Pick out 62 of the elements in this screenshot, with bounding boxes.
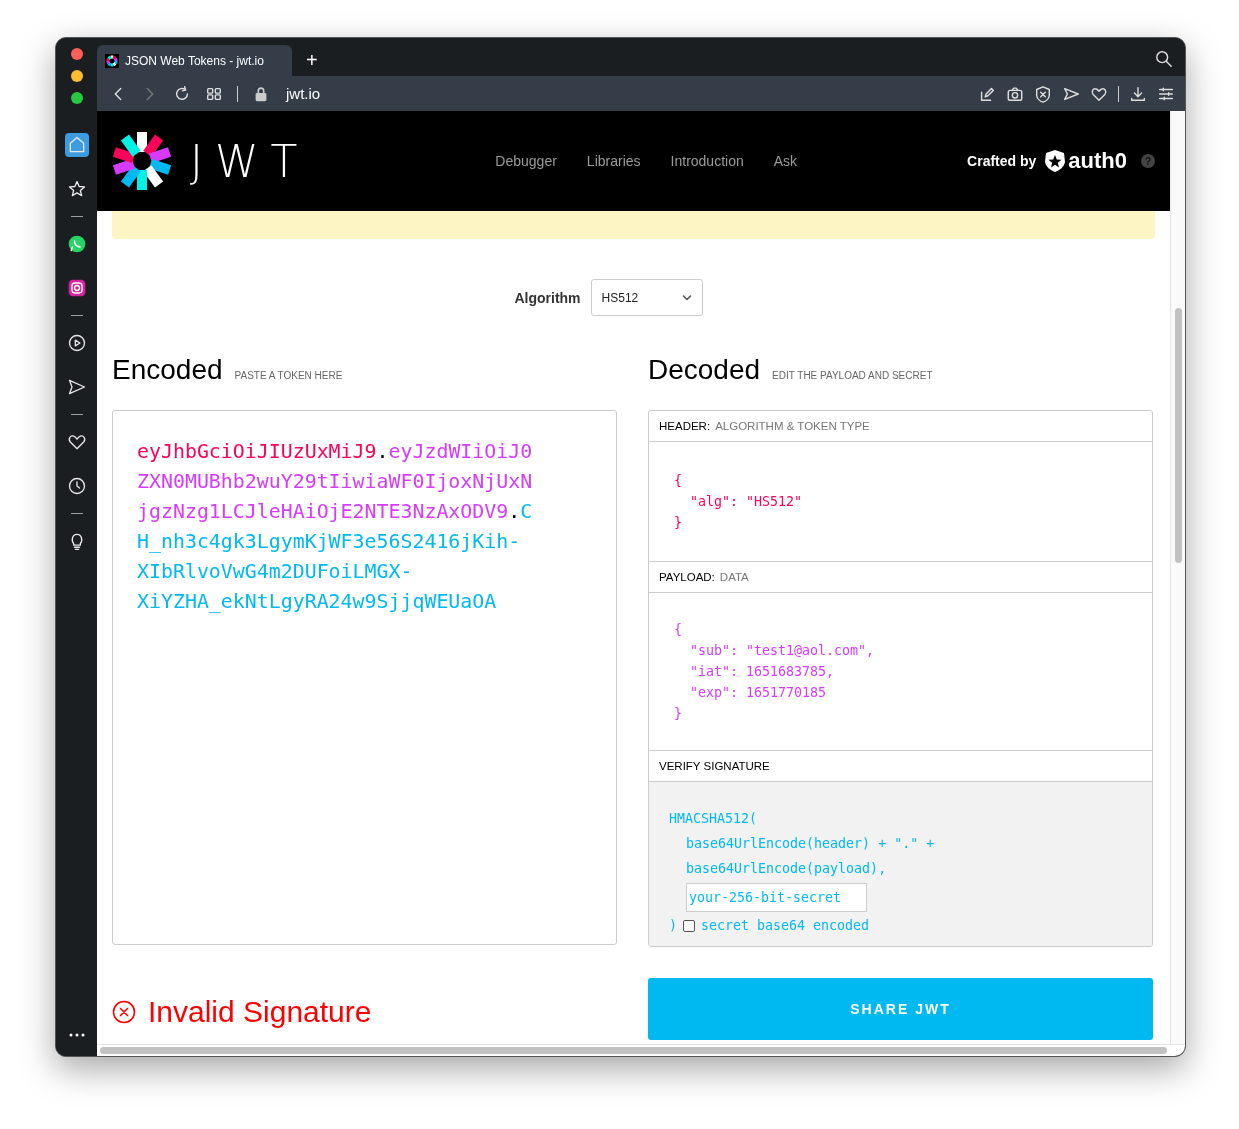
- algorithm-label: Algorithm: [514, 289, 581, 306]
- code-line: base64UrlEncode(payload),: [685, 860, 887, 878]
- section-label: HEADER:: [659, 420, 711, 432]
- heart-icon[interactable]: [66, 432, 87, 452]
- code-line: "sub": "test1@aol.com",: [689, 642, 875, 660]
- algorithm-select[interactable]: HS512: [590, 279, 703, 316]
- logo-icon: [112, 131, 172, 191]
- favicon-icon: [105, 53, 119, 68]
- code-line: base64UrlEncode(header) + "." +: [685, 835, 935, 853]
- download-icon[interactable]: [1129, 84, 1147, 103]
- new-tab-button[interactable]: +: [302, 49, 322, 72]
- token-field[interactable]: eyJhbGciOiJIUzUxMiJ9.eyJzdWIiOiJ0ZXN0MUBhb2wuY29tIiwiaWF0IjoxNjUxNjgzNzg1LCJleHAiOjE2NTE3NzAxODV9.CH_nh3c4gk3LgymKjWF3e56S2416jKih-XIbRlvoVwG4m2DUFoiLMGX-XiYZHA_ekNtLgyRA24w9SjjqWEUaOA: [112, 410, 617, 945]
- json-editor[interactable]: { "sub": "test1@aol.com", "iat": 1651683785, "exp": 1651770185 }: [649, 593, 1152, 751]
- checkbox[interactable]: [683, 919, 695, 932]
- section-sublabel: ALGORITHM & TOKEN TYPE: [715, 420, 870, 432]
- code-line: "exp": 1651770185: [689, 684, 827, 702]
- code-line: {: [674, 621, 682, 639]
- code-line: }: [674, 705, 682, 723]
- section-label: PAYLOAD:: [659, 571, 715, 583]
- logo-text[interactable]: JWT: [190, 135, 310, 187]
- camera-icon[interactable]: [66, 278, 87, 298]
- code-line: {: [674, 472, 682, 490]
- json-editor[interactable]: { "alg": "HS512" }: [649, 442, 1152, 562]
- encoded-token: eyJhbGciOiJIUzUxMiJ9.eyJzdWIiOiJ0ZXN0MUBhb2wuY29tIiwiaWF0IjoxNjUxNjgzNzg1LCJleHAiOjE2NTE3NzAxODV9.CH_nh3c4gk3LgymKjWF3e56S2416jKih-XIbRlvoVwG4m2DUFoiLMGX-XiYZHA_ekNtLgyRA24w9SjjqWEUaOA: [137, 439, 534, 615]
- code-line: }: [674, 514, 682, 532]
- code-line: "iat": 1651683785,: [689, 663, 835, 681]
- nav-link[interactable]: Libraries: [586, 153, 641, 169]
- camera-icon[interactable]: [1006, 84, 1024, 103]
- section-hint: PASTE A TOKEN HERE: [234, 370, 343, 381]
- shield-icon[interactable]: [1034, 84, 1052, 103]
- checkbox-label: secret base64 encoded: [701, 917, 870, 935]
- address-field[interactable]: jwt.io: [286, 85, 321, 102]
- clock-icon[interactable]: [66, 476, 87, 496]
- close-button[interactable]: [70, 48, 83, 60]
- section-title: Decoded: [648, 354, 761, 386]
- signature-status: Invalid Signature: [148, 995, 372, 1029]
- settings-icon[interactable]: [1157, 84, 1175, 103]
- send-icon[interactable]: [66, 377, 87, 397]
- section-title: Encoded: [112, 354, 223, 386]
- nav-link[interactable]: Debugger: [495, 153, 557, 169]
- brand-logo[interactable]: auth0: [1068, 148, 1127, 174]
- nav-link[interactable]: Introduction: [670, 153, 744, 169]
- section-sublabel: DATA: [719, 571, 749, 583]
- zoom-button[interactable]: [70, 92, 83, 104]
- shield-star-icon: [1044, 149, 1067, 173]
- section-label: VERIFY SIGNATURE: [659, 760, 770, 772]
- code-line: "alg": "HS512": [689, 493, 803, 511]
- chat-icon[interactable]: [66, 234, 87, 254]
- browser-tab[interactable]: JSON Web Tokens - jwt.io: [97, 45, 292, 76]
- minimize-button[interactable]: [70, 70, 83, 82]
- code-line: ): [669, 917, 677, 935]
- play-icon[interactable]: [66, 333, 87, 353]
- code-line: HMACSHA512(: [669, 810, 758, 828]
- reload-icon[interactable]: [173, 84, 191, 103]
- crafted-by-text: Crafted by: [967, 153, 1037, 169]
- star-icon[interactable]: [66, 179, 87, 199]
- vertical-scrollbar[interactable]: [1170, 111, 1185, 1044]
- caret-icon: [681, 293, 692, 302]
- section-hint: EDIT THE PAYLOAD AND SECRET: [772, 370, 933, 381]
- search-icon[interactable]: [1155, 50, 1173, 68]
- horizontal-scrollbar[interactable]: [97, 1044, 1185, 1056]
- nav-link[interactable]: Ask: [773, 153, 798, 169]
